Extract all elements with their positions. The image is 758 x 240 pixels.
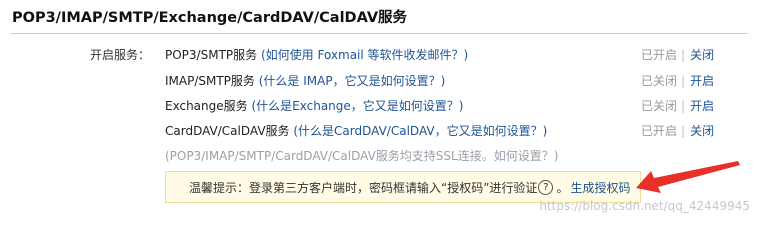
ssl-note: (POP3/IMAP/SMTP/CardDAV/CalDAV服务均支持SSL连接… [165,147,558,164]
status-text: 已关闭 [641,74,678,88]
watermark: https://blog.csdn.net/qq_42449945 [539,199,750,213]
toggle-imap-smtp-button[interactable]: 开启 [690,74,714,88]
service-status: 已关闭 | 开启 [641,97,714,114]
enable-services-label: 开启服务： [90,48,151,62]
service-help-link[interactable]: (如何使用 Foxmail 等软件收发邮件？) [261,48,468,62]
service-status: 已开启 | 关闭 [641,122,714,139]
status-text: 已开启 [641,48,678,62]
generate-auth-code-link[interactable]: 生成授权码 [570,179,630,196]
service-name: Exchange服务 [165,99,248,113]
service-status: 已关闭 | 开启 [641,72,714,89]
toggle-exchange-button[interactable]: 开启 [690,99,714,113]
ssl-help-link[interactable]: 如何设置？ [494,149,554,163]
service-help-link[interactable]: (什么是 IMAP，它又是如何设置？) [259,74,446,88]
service-carddav-caldav: CardDAV/CalDAV服务 (什么是CardDAV/CalDAV，它又是如… [165,122,547,139]
status-text: 已关闭 [641,99,678,113]
status-separator: | [681,48,686,62]
ssl-note-close: ) [553,149,559,163]
service-status: 已开启 | 关闭 [641,46,714,63]
ssl-note-text: (POP3/IMAP/SMTP/CardDAV/CalDAV服务均支持SSL连接… [165,149,494,163]
question-circle-icon[interactable]: ? [538,179,554,195]
service-help-link[interactable]: (什么是Exchange，它又是如何设置？) [251,99,463,113]
tip-text: 温馨提示：登录第三方客户端时，密码框请输入“授权码”进行验证 [189,180,538,195]
status-separator: | [681,99,686,113]
title-divider [10,33,748,34]
service-help-link[interactable]: (什么是CardDAV/CalDAV，它又是如何设置？) [293,124,547,138]
status-separator: | [681,124,686,138]
toggle-carddav-caldav-button[interactable]: 关闭 [690,124,714,138]
service-exchange: Exchange服务 (什么是Exchange，它又是如何设置？) [165,97,463,114]
red-arrow-icon [636,161,740,193]
service-name: IMAP/SMTP服务 [165,74,255,88]
service-name: CardDAV/CalDAV服务 [165,124,290,138]
section-title: POP3/IMAP/SMTP/Exchange/CardDAV/CalDAV服务 [12,10,408,26]
status-text: 已开启 [641,124,678,138]
toggle-pop3-smtp-button[interactable]: 关闭 [690,48,714,62]
service-imap-smtp: IMAP/SMTP服务 (什么是 IMAP，它又是如何设置？) [165,72,445,89]
status-separator: | [681,74,686,88]
service-pop3-smtp: POP3/SMTP服务 (如何使用 Foxmail 等软件收发邮件？) [165,46,468,63]
tip-period: 。 [556,180,569,195]
service-name: POP3/SMTP服务 [165,48,258,62]
